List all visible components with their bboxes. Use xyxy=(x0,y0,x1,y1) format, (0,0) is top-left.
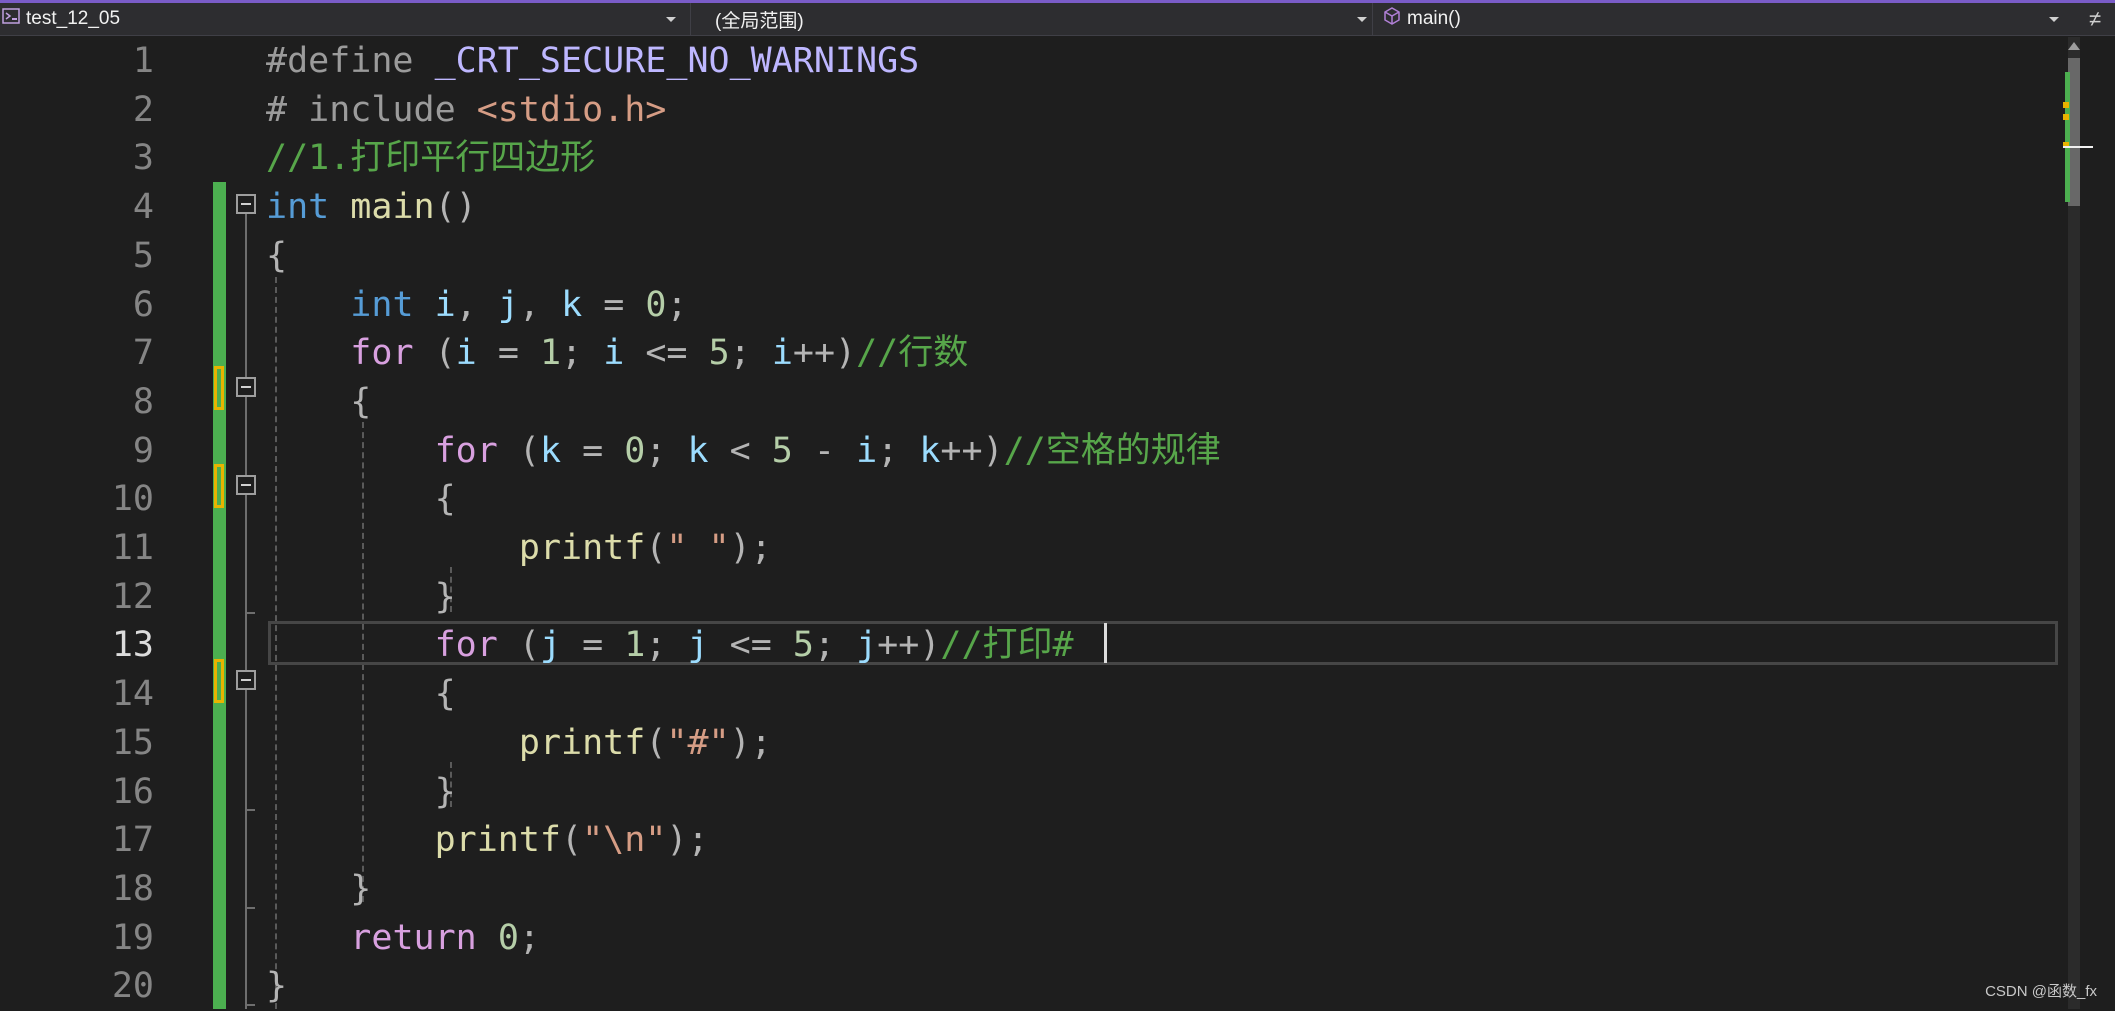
chevron-down-icon xyxy=(1357,17,1367,22)
code-line-15: printf("#"); xyxy=(518,722,772,763)
collapse-icon[interactable] xyxy=(236,194,256,214)
code-line-14: { xyxy=(434,674,456,715)
line-number: 13 xyxy=(111,625,154,666)
line-number: 18 xyxy=(111,868,154,909)
scrollbar-caret-marker xyxy=(2063,146,2093,148)
line-number: 10 xyxy=(111,479,154,520)
code-line-8: { xyxy=(350,381,372,422)
line-number: 6 xyxy=(132,284,154,325)
scrollbar-unsaved-marker xyxy=(2063,114,2069,120)
code-line-3: //1.打印平行四边形 xyxy=(266,138,596,179)
line-number: 19 xyxy=(111,917,154,958)
collapse-icon[interactable] xyxy=(236,670,256,690)
code-line-4: int main() xyxy=(266,187,477,228)
line-number: 15 xyxy=(111,722,154,763)
code-line-18: } xyxy=(350,868,372,909)
project-dropdown[interactable]: test_12_05 xyxy=(0,3,680,35)
split-window-icon[interactable]: ≠ xyxy=(2083,7,2107,31)
code-line-12: } xyxy=(434,576,456,617)
line-number: 11 xyxy=(111,528,154,568)
scroll-up-icon[interactable] xyxy=(2068,42,2080,50)
line-number-gutter: 1 2 3 4 5 6 7 8 9 10 11 12 13 14 15 16 17 18 19 20 xyxy=(44,37,169,1009)
code-line-17: printf("\n"); xyxy=(434,820,709,861)
unsaved-change-marker xyxy=(214,464,224,508)
indicator-margin[interactable] xyxy=(0,37,44,1009)
line-number: 5 xyxy=(132,235,154,276)
line-number: 17 xyxy=(111,820,154,861)
outline-line xyxy=(245,200,247,1009)
scope-dropdown[interactable]: (全局范围) xyxy=(690,3,1372,35)
code-line-19: return 0; xyxy=(350,917,540,958)
change-tracking-bar xyxy=(213,182,226,1009)
scope-label: (全局范围) xyxy=(715,10,804,32)
code-line-11: printf(" "); xyxy=(518,528,772,568)
scrollbar-unsaved-marker xyxy=(2063,102,2069,108)
code-line-10: { xyxy=(434,479,456,520)
code-line-1: #define _CRT_SECURE_NO_WARNINGS xyxy=(266,41,920,81)
collapse-icon[interactable] xyxy=(236,377,256,397)
line-number: 20 xyxy=(111,966,154,1007)
code-line-6: int i, j, k = 0; xyxy=(350,284,688,325)
scrollbar-change-marker xyxy=(2065,72,2070,202)
chevron-down-icon xyxy=(2049,17,2059,22)
code-editor[interactable]: 1 2 3 4 5 6 7 8 9 10 11 12 13 14 15 16 17 18 19 20 #define … xyxy=(0,37,2068,1009)
collapse-icon[interactable] xyxy=(236,475,256,495)
line-number: 1 xyxy=(132,41,154,81)
code-line-9: for (k = 0; k < 5 - i; k++)//空格的规律 xyxy=(434,430,1221,471)
watermark: CSDN @函数_fx xyxy=(1985,983,2097,1000)
code-line-2: # include <stdio.h> xyxy=(266,89,667,130)
outline-end-tick xyxy=(245,809,255,811)
outline-end-tick xyxy=(245,907,255,909)
unsaved-change-marker xyxy=(214,659,224,703)
outline-end-tick xyxy=(245,612,255,614)
code-line-20: } xyxy=(266,966,288,1007)
outline-end-tick xyxy=(245,1004,255,1006)
line-number: 9 xyxy=(132,430,154,471)
code-line-5: { xyxy=(266,235,288,276)
line-number: 8 xyxy=(132,381,154,422)
text-caret xyxy=(1104,623,1107,663)
unsaved-change-marker xyxy=(214,366,224,410)
line-number: 16 xyxy=(111,771,154,812)
project-icon xyxy=(2,7,20,31)
navigation-bar: test_12_05 (全局范围) main() ≠ xyxy=(0,3,2115,36)
code-line-7: for (i = 1; i <= 5; i++)//行数 xyxy=(350,333,969,374)
code-line-13: for (j = 1; j <= 5; j++)//打印# xyxy=(434,625,1074,666)
project-name: test_12_05 xyxy=(26,8,121,29)
member-label: main() xyxy=(1407,8,1461,29)
line-number: 4 xyxy=(132,187,154,228)
line-number: 14 xyxy=(111,674,154,715)
code-line-16: } xyxy=(434,771,456,812)
line-number: 12 xyxy=(111,576,154,617)
member-dropdown[interactable]: main() xyxy=(1372,3,2059,35)
chevron-down-icon xyxy=(666,17,676,22)
cube-icon xyxy=(1383,7,1401,31)
line-number: 2 xyxy=(132,89,154,130)
line-number: 3 xyxy=(132,138,154,179)
line-number: 7 xyxy=(132,333,154,374)
